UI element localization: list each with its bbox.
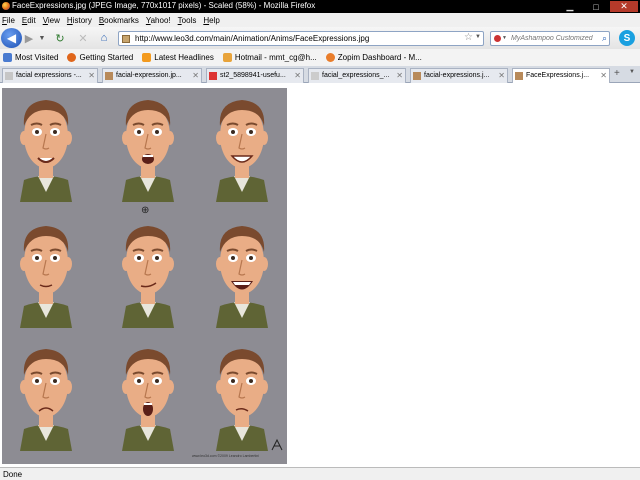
tab-faceexpressions-active[interactable]: FaceExpressions.j... ✕	[512, 68, 610, 84]
face-expressions-image[interactable]: ⊕ www.leo3d.com ©2009 Leandro Lambertini	[2, 88, 287, 464]
navigation-toolbar: ◀ ▶ ▼ ↻ ✕ ⌂ ☆ ▼ ▼ ⌕ S	[0, 27, 640, 49]
menu-file[interactable]: File	[2, 16, 15, 25]
face-sly	[114, 218, 182, 328]
maximize-button[interactable]: □	[584, 1, 608, 12]
search-box[interactable]: ▼ ⌕	[490, 31, 610, 46]
tab-favicon-icon	[515, 72, 523, 80]
bookmark-most-visited[interactable]: Most Visited	[3, 53, 58, 62]
face-worried	[208, 341, 276, 451]
zopim-icon	[325, 53, 335, 62]
face-sad	[12, 341, 80, 451]
menu-history[interactable]: History	[67, 16, 92, 25]
history-dropdown-icon[interactable]: ▼	[38, 30, 46, 46]
new-tab-button[interactable]: +	[614, 68, 620, 79]
close-tab-icon[interactable]: ✕	[396, 69, 403, 83]
search-engine-dropdown-icon[interactable]: ▼	[502, 35, 507, 41]
close-tab-icon[interactable]: ✕	[88, 69, 95, 83]
hotmail-icon	[222, 53, 232, 62]
menu-yahoo[interactable]: Yahoo!	[146, 16, 171, 25]
tab-label: facial-expressions.j...	[424, 72, 490, 79]
tab-favicon-icon	[209, 72, 217, 80]
bookmark-label: Most Visited	[15, 53, 59, 62]
forward-button[interactable]: ▶	[22, 30, 36, 46]
search-icon[interactable]: ⌕	[602, 33, 607, 44]
window-title: FaceExpressions.jpg (JPEG Image, 770x101…	[12, 1, 316, 10]
tab-label: facial expressions -...	[16, 72, 82, 79]
tab-favicon-icon	[413, 72, 421, 80]
tab-facial-expressions-jpg[interactable]: facial-expressions.j... ✕	[410, 68, 508, 83]
url-dropdown-icon[interactable]: ▼	[475, 34, 481, 40]
tab-st2[interactable]: st2_5898941-usefu... ✕	[206, 68, 304, 83]
page-content: ⊕ www.leo3d.com ©2009 Leandro Lambertini	[0, 83, 640, 467]
bookmarks-toolbar: Most Visited Getting Started Latest Head…	[0, 49, 640, 66]
tab-label: facial-expression.jp...	[116, 72, 182, 79]
tab-label: facial_expressions_...	[322, 72, 390, 79]
menu-edit[interactable]: Edit	[22, 16, 36, 25]
zoom-cursor-icon: ⊕	[141, 205, 150, 216]
bookmark-label: Latest Headlines	[154, 53, 214, 62]
search-engine-icon[interactable]	[494, 35, 501, 42]
close-window-button[interactable]: ✕	[610, 1, 638, 12]
firefox-icon	[67, 53, 77, 62]
close-tab-icon[interactable]: ✕	[600, 69, 607, 83]
bookmark-label: Hotmail - mmt_cg@h...	[234, 53, 317, 62]
tab-facial-expressions-2[interactable]: facial_expressions_... ✕	[308, 68, 406, 83]
address-bar[interactable]: ☆ ▼	[118, 31, 484, 46]
bookmark-label: Zopim Dashboard - M...	[337, 53, 422, 62]
menu-tools[interactable]: Tools	[178, 16, 197, 25]
menu-help[interactable]: Help	[203, 16, 219, 25]
tab-favicon-icon	[5, 72, 13, 80]
tab-facial-expression-jpg[interactable]: facial-expression.jp... ✕	[102, 68, 202, 83]
stop-button[interactable]: ✕	[76, 30, 90, 46]
close-tab-icon[interactable]: ✕	[294, 69, 301, 83]
back-button[interactable]: ◀	[1, 28, 22, 48]
menu-bookmarks[interactable]: Bookmarks	[99, 16, 139, 25]
status-text: Done	[3, 470, 23, 479]
skype-icon[interactable]: S	[619, 30, 635, 46]
bookmark-label: Getting Started	[79, 53, 134, 62]
face-shock	[114, 341, 182, 451]
reload-button[interactable]: ↻	[53, 30, 67, 46]
bookmark-zopim[interactable]: Zopim Dashboard - M...	[325, 53, 422, 62]
face-laugh	[208, 218, 276, 328]
window-titlebar: FaceExpressions.jpg (JPEG Image, 770x101…	[0, 0, 640, 13]
menu-bar: File Edit View History Bookmarks Yahoo! …	[0, 13, 640, 27]
menu-view[interactable]: View	[43, 16, 60, 25]
url-input[interactable]	[135, 32, 455, 45]
tab-favicon-icon	[311, 72, 319, 80]
close-tab-icon[interactable]: ✕	[498, 69, 505, 83]
tab-bar: facial expressions -... ✕ facial-express…	[0, 66, 640, 84]
status-bar: Done	[0, 467, 640, 480]
close-tab-icon[interactable]: ✕	[192, 69, 199, 83]
bookmark-latest-headlines[interactable]: Latest Headlines	[142, 53, 214, 62]
page-favicon-icon	[122, 35, 130, 43]
face-open	[114, 92, 182, 202]
firefox-icon	[2, 2, 10, 10]
tab-list-dropdown-icon[interactable]: ▼	[629, 69, 635, 75]
signature-logo-icon	[271, 438, 283, 451]
tab-label: FaceExpressions.j...	[526, 72, 590, 79]
minimize-button[interactable]: ▁	[558, 1, 582, 12]
home-button[interactable]: ⌂	[97, 30, 111, 46]
search-input[interactable]	[511, 32, 599, 45]
tab-facial-expressions[interactable]: facial expressions -... ✕	[2, 68, 98, 83]
face-content	[12, 218, 80, 328]
face-smile	[12, 92, 80, 202]
face-grin	[208, 92, 276, 202]
image-footnote: www.leo3d.com ©2009 Leandro Lambertini	[192, 454, 259, 458]
rss-icon	[142, 53, 152, 62]
tab-label: st2_5898941-usefu...	[220, 72, 286, 79]
gear-icon	[3, 53, 12, 62]
bookmark-hotmail[interactable]: Hotmail - mmt_cg@h...	[222, 53, 317, 62]
tab-favicon-icon	[105, 72, 113, 80]
bookmark-star-icon[interactable]: ☆	[464, 32, 473, 43]
bookmark-getting-started[interactable]: Getting Started	[67, 53, 133, 62]
